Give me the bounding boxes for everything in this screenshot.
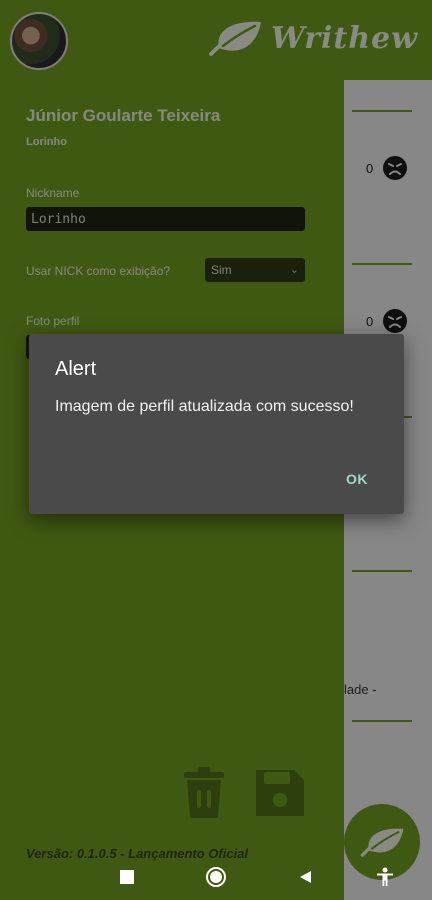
recents-button[interactable] [114,864,140,890]
home-button[interactable] [203,864,229,890]
dialog-message: Imagem de perfil atualizada com sucesso! [55,398,354,415]
back-triangle-icon [300,871,311,883]
alert-dialog: Alert Imagem de perfil atualizada com su… [29,334,404,514]
system-nav-bar [0,856,432,900]
back-button[interactable] [292,864,318,890]
accessibility-button[interactable] [372,864,398,890]
square-icon [120,870,134,884]
circle-icon [206,867,226,887]
accessibility-icon [377,867,393,886]
ok-button[interactable]: OK [346,471,368,487]
app-screen: Writhew 0 0 lade - Júnior Goularte Teixe… [0,0,432,900]
dialog-title: Alert [55,358,97,380]
